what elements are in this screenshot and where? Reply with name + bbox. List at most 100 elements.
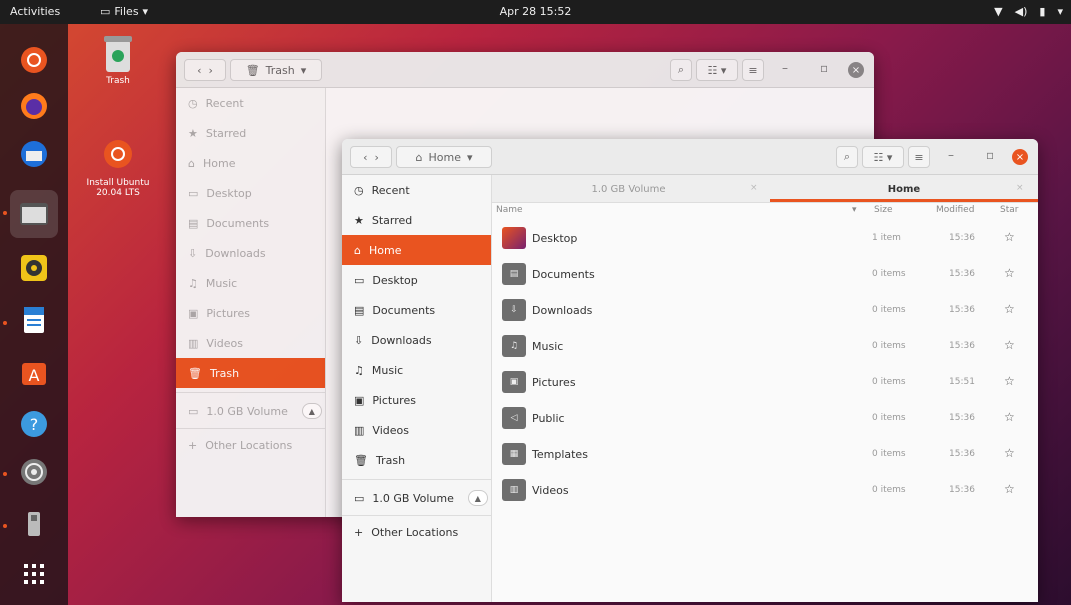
sidebar-item-starred[interactable]: ★ Starred	[342, 205, 491, 235]
file-modified: 15:36	[949, 305, 975, 315]
sidebar-item-label: Documents	[206, 216, 270, 230]
search-button[interactable]: ⌕	[836, 146, 858, 168]
sidebar-item-trash[interactable]: 🗑 Trash	[176, 358, 325, 388]
show-applications-icon[interactable]	[16, 556, 52, 592]
close-icon[interactable]: ×	[848, 62, 864, 78]
star-icon[interactable]: ☆	[1004, 410, 1015, 424]
column-size[interactable]: Size	[874, 205, 892, 215]
menu-button[interactable]: ≡	[908, 146, 930, 168]
clock[interactable]: Apr 28 15:52	[0, 5, 1071, 18]
tab-label: 1.0 GB Volume	[591, 183, 666, 195]
sidebar-item-music[interactable]: ♫ Music	[176, 268, 325, 298]
column-star[interactable]: Star	[1000, 205, 1018, 215]
star-icon[interactable]: ☆	[1004, 266, 1015, 280]
path-bar[interactable]: 🗑 Trash ▾	[230, 59, 322, 81]
document-icon: ▤	[354, 303, 365, 317]
sidebar-item-music[interactable]: ♫ Music	[342, 355, 491, 385]
sidebar-item-home[interactable]: ⌂ Home	[176, 148, 325, 178]
software-updater-icon[interactable]	[16, 42, 52, 78]
sidebar-item-videos[interactable]: ▥ Videos	[342, 415, 491, 445]
help-icon[interactable]: ?	[16, 406, 52, 442]
file-row-documents[interactable]: ▤ Documents 0 items 15:36 ☆	[492, 257, 1038, 293]
star-icon[interactable]: ☆	[1004, 374, 1015, 388]
path-label: Home	[428, 150, 461, 164]
sidebar-divider	[342, 515, 491, 516]
sidebar-item-recent[interactable]: ◷ Recent	[176, 88, 325, 118]
sidebar-item-other-locations[interactable]: + Other Locations	[176, 430, 325, 460]
file-row-desktop[interactable]: Desktop 1 item 15:36 ☆	[492, 221, 1038, 257]
firefox-icon[interactable]	[16, 88, 52, 124]
battery-icon: ▮	[1039, 5, 1046, 18]
sidebar-item-home[interactable]: ⌂ Home	[342, 235, 491, 265]
star-icon[interactable]: ☆	[1004, 302, 1015, 316]
sidebar-item-downloads[interactable]: ⇩ Downloads	[176, 238, 325, 268]
desktop-install-ubuntu[interactable]: Install Ubuntu 20.04 LTS	[78, 136, 158, 198]
sidebar-item-desktop[interactable]: ▭ Desktop	[342, 265, 491, 295]
files-icon[interactable]	[10, 190, 58, 238]
tab-close-icon[interactable]: ×	[1016, 183, 1024, 193]
star-icon[interactable]: ☆	[1004, 230, 1015, 244]
ubuntu-software-icon[interactable]: A	[16, 354, 52, 390]
star-icon[interactable]: ☆	[1004, 446, 1015, 460]
column-modified[interactable]: Modified	[936, 205, 974, 215]
video-icon: ▥	[354, 423, 365, 437]
file-row-videos[interactable]: ▥ Videos 0 items 15:36 ☆	[492, 473, 1038, 509]
sidebar-item-label: Downloads	[205, 246, 266, 260]
sidebar-item-pictures[interactable]: ▣ Pictures	[342, 385, 491, 415]
search-button[interactable]: ⌕	[670, 59, 692, 81]
file-row-music[interactable]: ♫ Music 0 items 15:36 ☆	[492, 329, 1038, 365]
sidebar-item-other-locations[interactable]: + Other Locations	[342, 517, 491, 547]
sidebar-item-volume[interactable]: ▭ 1.0 GB Volume ▲	[176, 396, 325, 426]
sidebar-item-desktop[interactable]: ▭ Desktop	[176, 178, 325, 208]
system-tray[interactable]: ▼ ◀) ▮ ▾	[994, 5, 1063, 18]
tab-bar: 1.0 GB Volume × Home ×	[492, 175, 1038, 203]
libreoffice-writer-icon[interactable]	[16, 302, 52, 338]
file-name: Pictures	[532, 376, 576, 389]
star-icon[interactable]: ☆	[1004, 482, 1015, 496]
menu-button[interactable]: ≡	[742, 59, 764, 81]
file-row-templates[interactable]: ▦ Templates 0 items 15:36 ☆	[492, 437, 1038, 473]
tab-volume[interactable]: 1.0 GB Volume	[492, 175, 765, 203]
tab-label: Home	[887, 183, 921, 195]
sidebar-item-downloads[interactable]: ⇩ Downloads	[342, 325, 491, 355]
eject-icon[interactable]: ▲	[467, 490, 488, 506]
eject-icon[interactable]: ▲	[301, 403, 322, 419]
minimize-icon[interactable]: –	[948, 148, 954, 162]
view-toggle[interactable]: ☷ ▾	[862, 146, 904, 168]
desktop-trash[interactable]: Trash	[78, 34, 158, 86]
folder-icon: ▥	[502, 479, 526, 501]
file-modified: 15:36	[949, 269, 975, 279]
sidebar-item-documents[interactable]: ▤ Documents	[342, 295, 491, 325]
tab-close-icon[interactable]: ×	[750, 183, 758, 193]
file-row-downloads[interactable]: ⇩ Downloads 0 items 15:36 ☆	[492, 293, 1038, 329]
close-icon[interactable]: ×	[1012, 149, 1028, 165]
usb-drive-icon[interactable]	[16, 506, 52, 542]
column-name[interactable]: Name	[496, 205, 523, 215]
search-icon: ⌕	[677, 63, 685, 76]
minimize-icon[interactable]: –	[782, 61, 788, 75]
settings-icon[interactable]	[16, 454, 52, 490]
file-row-public[interactable]: ◁ Public 0 items 15:36 ☆	[492, 401, 1038, 437]
files-window-home[interactable]: ‹ › ⌂ Home ▾ ⌕ ☷ ▾ ≡ – ▫ × ◷ Recent ★ Star…	[342, 139, 1038, 602]
nav-buttons[interactable]: ‹ ›	[184, 59, 226, 81]
file-modified: 15:51	[949, 377, 975, 387]
file-row-pictures[interactable]: ▣ Pictures 0 items 15:51 ☆	[492, 365, 1038, 401]
sidebar-item-pictures[interactable]: ▣ Pictures	[176, 298, 325, 328]
sidebar-item-documents[interactable]: ▤ Documents	[176, 208, 325, 238]
sidebar-item-recent[interactable]: ◷ Recent	[342, 175, 491, 205]
document-icon: ▤	[188, 216, 199, 230]
path-bar[interactable]: ⌂ Home ▾	[396, 146, 492, 168]
rhythmbox-icon[interactable]	[16, 250, 52, 286]
maximize-icon[interactable]: ▫	[986, 148, 994, 162]
thunderbird-icon[interactable]	[16, 136, 52, 172]
sidebar-item-volume[interactable]: ▭ 1.0 GB Volume ▲	[342, 483, 491, 513]
sidebar-item-trash[interactable]: 🗑 Trash	[342, 445, 491, 475]
download-icon: ⇩	[354, 333, 364, 347]
star-icon[interactable]: ☆	[1004, 338, 1015, 352]
sidebar-item-videos[interactable]: ▥ Videos	[176, 328, 325, 358]
sidebar: ◷ Recent ★ Starred ⌂ Home ▭ Desktop ▤ Documen…	[342, 175, 492, 602]
maximize-icon[interactable]: ▫	[820, 61, 828, 75]
nav-buttons[interactable]: ‹ ›	[350, 146, 392, 168]
view-toggle[interactable]: ☷ ▾	[696, 59, 738, 81]
sidebar-item-starred[interactable]: ★ Starred	[176, 118, 325, 148]
